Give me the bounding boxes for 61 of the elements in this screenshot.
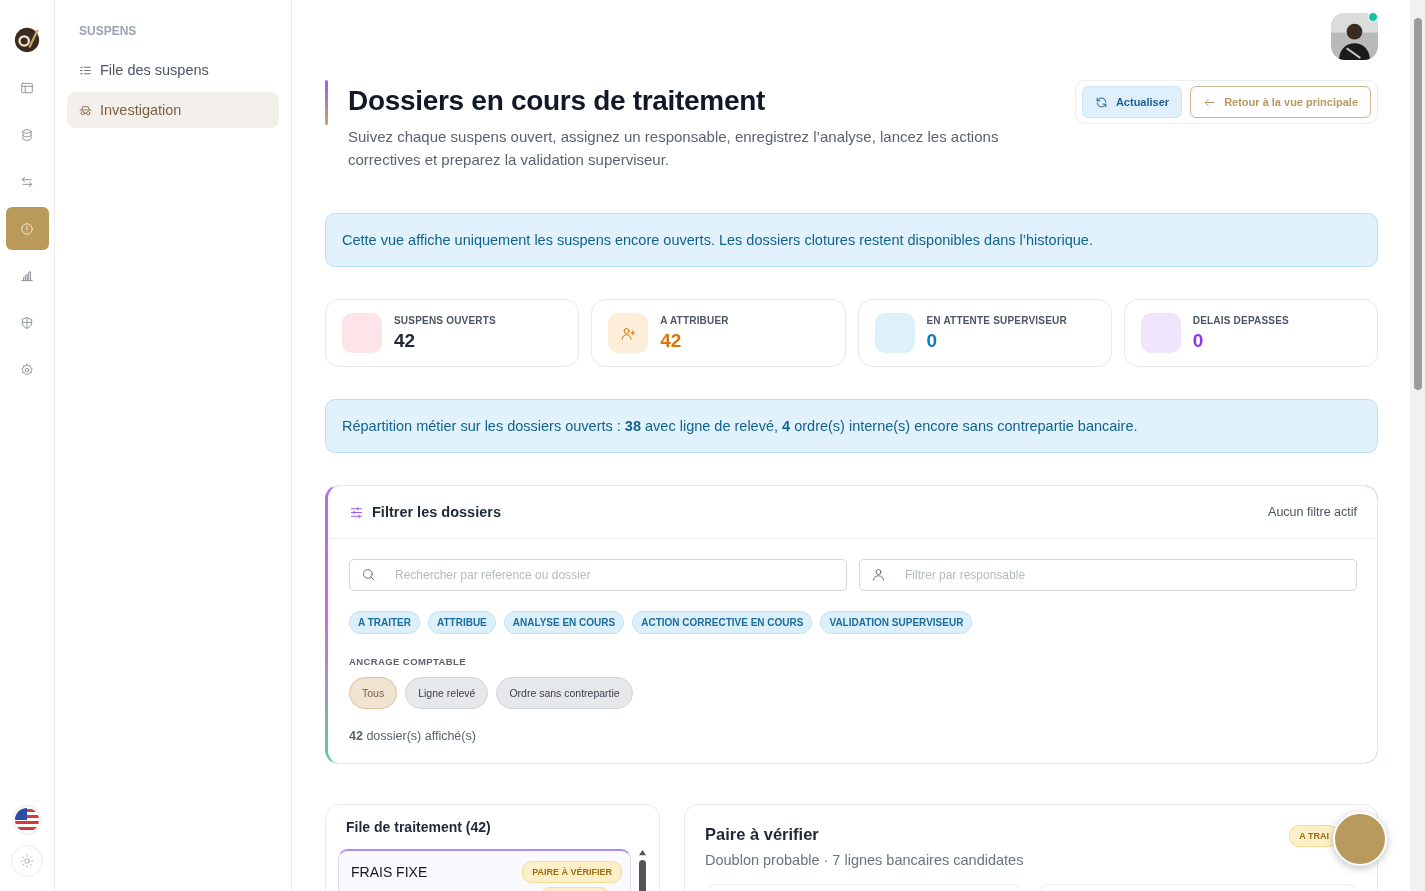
- panel-subtitle: Doublon probable · 7 lignes bancaires candidates: [705, 852, 1024, 868]
- stat-value: 0: [926, 329, 939, 352]
- list-icon: [79, 63, 92, 77]
- refresh-button[interactable]: Actualiser: [1081, 86, 1183, 118]
- result-count: 42 dossier(s) affiché(s): [349, 729, 477, 743]
- user-icon: [871, 567, 886, 582]
- user-plus-icon: [620, 325, 636, 341]
- status-chip[interactable]: VALIDATION SUPERVISEUR: [820, 611, 973, 634]
- scrollbar[interactable]: [637, 849, 647, 891]
- stat-value: 42: [660, 329, 683, 352]
- page-title: Dossiers en cours de traitement: [348, 85, 767, 117]
- refresh-icon: [1094, 95, 1108, 109]
- avatar[interactable]: [1331, 13, 1378, 60]
- queue-item-card[interactable]: FRAIS FIXE PAIRE À VÉRIFIER: [338, 849, 631, 891]
- stat-label: A ATTRIBUER: [660, 314, 729, 326]
- status-chip[interactable]: ANALYSE EN COURS: [503, 611, 625, 634]
- summary-banner: Répartition métier sur les dossiers ouverts : 38 avec ligne de relevé, 4 ordre(s) interne(s) encore sans contrepartie bancaire.: [325, 399, 1378, 453]
- section-label: SUSPENS: [78, 24, 138, 38]
- section-label: ANCRAGE COMPTABLE: [349, 656, 467, 667]
- alert-icon: [20, 221, 34, 236]
- search-icon: [361, 567, 376, 582]
- database-icon: [20, 127, 34, 142]
- item-title: FRAIS FIXE: [351, 864, 428, 880]
- owner-field[interactable]: Filtrer par responsable: [859, 559, 1357, 591]
- sliders-icon: [349, 504, 364, 520]
- language-flag-icon[interactable]: [14, 807, 40, 833]
- panel-title: Paire à vérifier: [705, 825, 820, 844]
- back-button[interactable]: Retour à la vue principale: [1190, 86, 1371, 118]
- status-badge: PAIRE À VÉRIFIER: [522, 861, 622, 883]
- filter-pill[interactable]: Tous: [349, 677, 398, 709]
- shield-icon: [20, 315, 34, 330]
- filter-title: Filtrer les dossiers: [349, 504, 501, 520]
- nav-button[interactable]: [5, 207, 49, 250]
- transfer-icon: [20, 174, 34, 189]
- info-banner: Cette vue affiche uniquement les suspens encore ouverts. Les dossiers clotures restent disponibles dans l’historique.: [325, 213, 1378, 267]
- status-chip[interactable]: A TRAITER: [349, 611, 420, 634]
- sun-icon: [20, 854, 34, 868]
- stat-value: 0: [1192, 329, 1205, 352]
- bar-chart-icon: [20, 268, 34, 283]
- status-chip[interactable]: ATTRIBUE: [427, 611, 496, 634]
- stat-label: DELAIS DEPASSES: [1192, 314, 1289, 326]
- sidebar-item[interactable]: File des suspens: [67, 52, 279, 88]
- status-chip[interactable]: ACTION CORRECTIVE EN COURS: [632, 611, 813, 634]
- floating-action-button[interactable]: [1333, 812, 1387, 866]
- layout-icon: [20, 80, 34, 95]
- filter-pill[interactable]: Ligne relevé: [405, 677, 489, 709]
- scrollbar[interactable]: [1410, 0, 1425, 891]
- sidebar-item[interactable]: Investigation: [67, 92, 279, 128]
- stat-label: EN ATTENTE SUPERVISEUR: [926, 314, 1067, 326]
- settings-icon: [20, 362, 34, 377]
- page-subtitle: Suivez chaque suspens ouvert, assignez un responsable, enregistrez l’analyse, lancez les actions correctives et preparez la validation superviseur.: [348, 127, 1000, 170]
- panel-title: File de traitement (42): [345, 819, 492, 835]
- filter-status: Aucun filtre actif: [1268, 505, 1357, 519]
- stat-label: SUSPENS OUVERTS: [394, 314, 496, 326]
- search-field[interactable]: Rechercher par reference ou dossier: [349, 559, 847, 591]
- accent-bar: [325, 80, 328, 125]
- scroll-up-arrow-icon[interactable]: [637, 849, 647, 856]
- filter-pill[interactable]: Ordre sans contrepartie: [496, 677, 633, 709]
- stat-value: 42: [394, 329, 417, 352]
- incognito-icon: [79, 103, 92, 117]
- logo[interactable]: [13, 26, 41, 54]
